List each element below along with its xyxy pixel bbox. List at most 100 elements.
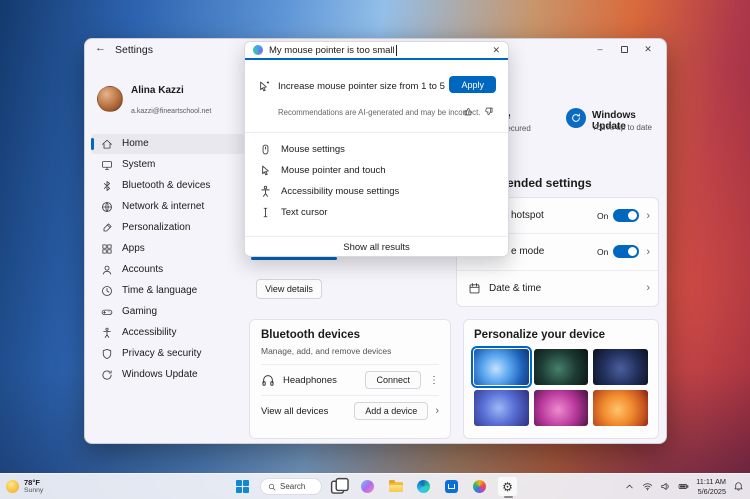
weather-temp: 78°F <box>24 479 43 487</box>
clock[interactable]: 11:11 AM 5/6/2025 <box>696 477 726 495</box>
user-name: Alina Kazzi <box>131 85 184 96</box>
accessibility-icon <box>101 327 113 339</box>
chevron-up-icon[interactable] <box>624 481 635 492</box>
recommendation-label: Increase mouse pointer size from 1 to 5 <box>278 81 445 92</box>
taskbar-search[interactable]: Search <box>260 478 322 495</box>
minimize-button[interactable]: – <box>588 41 612 57</box>
sidebar-item-apps[interactable]: Apps <box>91 239 245 259</box>
close-button[interactable]: ✕ <box>636 41 660 57</box>
sidebar-item-gaming[interactable]: Gaming <box>91 302 245 322</box>
sidebar-item-home[interactable]: Home <box>91 134 245 154</box>
ai-recommendation-row: Increase mouse pointer size from 1 to 5 … <box>257 74 496 98</box>
toggle-state-label: On <box>597 247 608 257</box>
wallpaper-thumbnail[interactable] <box>593 390 648 426</box>
back-button[interactable]: ← <box>95 42 106 54</box>
weather-condition: Sunny <box>24 487 43 494</box>
sidebar-item-accounts[interactable]: Accounts <box>91 260 245 280</box>
wallpaper-thumbnail-selected[interactable] <box>474 349 529 385</box>
hotspot-toggle[interactable] <box>613 209 639 222</box>
apply-button[interactable]: Apply <box>449 76 496 93</box>
start-button[interactable] <box>232 476 253 497</box>
sidebar-item-privacy-security[interactable]: Privacy & security <box>91 344 245 364</box>
search-result-mouse-pointer-touch[interactable]: Mouse pointer and touch <box>245 160 508 181</box>
thumbs-down-icon[interactable] <box>483 106 494 117</box>
search-result-text-cursor[interactable]: Text cursor <box>245 202 508 223</box>
clock-date: 5/6/2025 <box>696 487 726 496</box>
bluetooth-card-subtitle: Manage, add, and remove devices <box>261 346 439 356</box>
mode-toggle[interactable] <box>613 245 639 258</box>
wallpaper-thumbnail[interactable] <box>534 390 589 426</box>
maximize-button[interactable] <box>612 41 636 57</box>
search-query-text: My mouse pointer is too small <box>269 45 395 56</box>
clock-time: 11:11 AM <box>696 477 726 486</box>
system-icon <box>101 159 113 171</box>
show-all-results-link[interactable]: Show all results <box>245 236 508 258</box>
search-result-accessibility-mouse[interactable]: Accessibility mouse settings <box>245 181 508 202</box>
store-button[interactable] <box>441 476 462 497</box>
sidebar-item-system[interactable]: System <box>91 155 245 175</box>
task-view-icon <box>329 476 350 497</box>
connect-button[interactable]: Connect <box>365 371 421 389</box>
personalization-icon <box>101 222 113 234</box>
personalize-title: Personalize your device <box>474 329 648 341</box>
gamepad-icon <box>101 306 113 318</box>
taskbar: 78°F Sunny Search ⚙ <box>0 473 750 499</box>
bluetooth-icon <box>101 180 113 192</box>
headphones-icon <box>261 373 275 387</box>
edge-button[interactable] <box>413 476 434 497</box>
desktop: ← Settings – ✕ Alina Kazzi a.kazzi@finea… <box>0 0 750 499</box>
clear-search-icon[interactable]: ✕ <box>492 45 500 56</box>
weather-widget[interactable]: 78°F Sunny <box>6 479 43 495</box>
view-details-button[interactable]: View details <box>256 279 322 299</box>
wallpaper-grid <box>474 349 648 426</box>
view-all-devices-link[interactable]: View all devices <box>261 406 328 417</box>
sidebar-item-personalization[interactable]: Personalization <box>91 218 245 238</box>
wallpaper-thumbnail[interactable] <box>474 390 529 426</box>
wallpaper-thumbnail[interactable] <box>534 349 589 385</box>
search-input[interactable]: My mouse pointer is too small ✕ <box>245 42 508 60</box>
file-explorer-button[interactable] <box>385 476 406 497</box>
wallpaper-thumbnail[interactable] <box>593 349 648 385</box>
recommendation-cursor-icon <box>257 80 270 93</box>
copilot-button[interactable] <box>357 476 378 497</box>
sidebar-item-accessibility[interactable]: Accessibility <box>91 323 245 343</box>
search-result-mouse-settings[interactable]: Mouse settings <box>245 139 508 160</box>
sidebar-item-network-internet[interactable]: Network & internet <box>91 197 245 217</box>
settings-app-button[interactable]: ⚙ <box>497 476 518 497</box>
chevron-right-icon: › <box>646 282 650 294</box>
setting-row-date-time[interactable]: Date & time › <box>457 270 658 306</box>
more-options-icon[interactable]: ⋮ <box>429 375 439 386</box>
notification-bell-icon[interactable] <box>733 481 744 492</box>
sidebar-item-bluetooth-devices[interactable]: Bluetooth & devices <box>91 176 245 196</box>
add-device-button[interactable]: Add a device <box>354 402 428 420</box>
photos-button[interactable] <box>469 476 490 497</box>
mouse-icon <box>259 143 272 156</box>
wifi-icon[interactable] <box>642 481 653 492</box>
sidebar-item-windows-update[interactable]: Windows Update <box>91 365 245 385</box>
personalize-card: Personalize your device <box>463 319 659 439</box>
file-explorer-icon <box>389 482 403 492</box>
clock-icon <box>101 285 113 297</box>
apps-icon <box>101 243 113 255</box>
bluetooth-card-title: Bluetooth devices <box>261 329 439 341</box>
windows-update-card-status: You're up to date <box>592 123 652 132</box>
chevron-right-icon: › <box>646 246 650 258</box>
copilot-icon <box>253 45 263 55</box>
text-caret <box>396 45 397 56</box>
sidebar-item-time-language[interactable]: Time & language <box>91 281 245 301</box>
store-icon <box>445 480 458 493</box>
thumbs-up-icon[interactable] <box>463 106 474 117</box>
user-profile[interactable]: Alina Kazzi a.kazzi@fineartschool.net <box>89 67 247 123</box>
shield-icon <box>101 348 113 360</box>
battery-icon[interactable] <box>678 481 689 492</box>
bluetooth-devices-card: Bluetooth devices Manage, add, and remov… <box>249 319 451 439</box>
settings-window: ← Settings – ✕ Alina Kazzi a.kazzi@finea… <box>84 38 667 444</box>
edge-icon <box>417 480 430 493</box>
toggle-state-label: On <box>597 211 608 221</box>
device-name: Headphones <box>283 375 337 386</box>
bluetooth-device-row: Headphones Connect ⋮ <box>261 365 439 395</box>
volume-icon[interactable] <box>660 481 671 492</box>
photos-icon <box>473 480 486 493</box>
weather-sun-icon <box>6 480 19 493</box>
task-view-button[interactable] <box>329 476 350 497</box>
